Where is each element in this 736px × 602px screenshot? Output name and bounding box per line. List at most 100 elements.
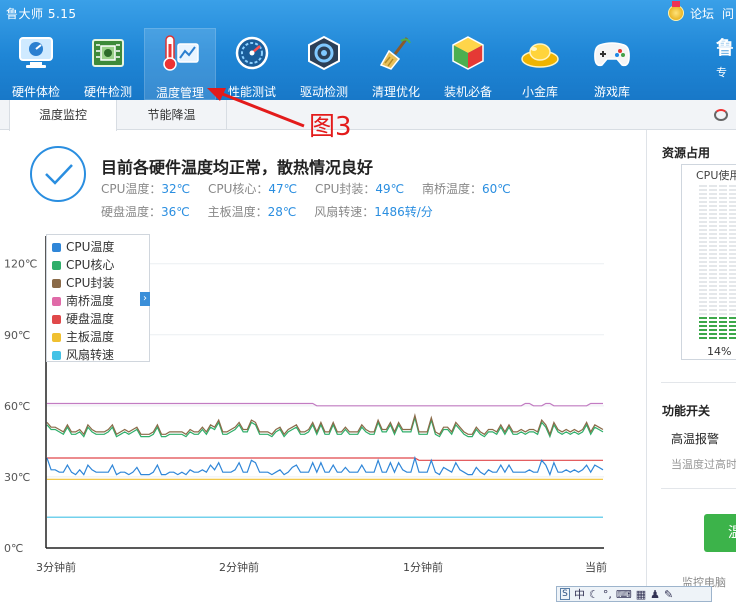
legend-item: CPU温度 xyxy=(52,238,149,256)
cpu-usage-percent: 14% xyxy=(707,345,732,358)
tool-label: 性能测试 xyxy=(227,85,276,99)
legend-swatch xyxy=(52,332,61,342)
functions-title: 功能开关 xyxy=(662,404,711,418)
high-temp-alarm-label: 高温报警 xyxy=(671,432,720,446)
circuit-board-icon xyxy=(88,34,128,71)
tool-label: 硬件检测 xyxy=(83,85,132,99)
annotation-label: 图3 xyxy=(309,112,352,142)
ime-toolbar[interactable]: S 中 ☾ °, ⌨ ▦ ♟ ✎ xyxy=(556,586,712,602)
legend-label: 风扇转速 xyxy=(66,348,115,362)
legend-label: 主板温度 xyxy=(66,330,115,344)
legend-item: 主板温度 xyxy=(52,328,149,346)
tab-temperature-monitor[interactable]: 温度监控 xyxy=(9,100,117,131)
skin-icon[interactable]: ▦ xyxy=(636,588,646,601)
tool-driver-detect[interactable]: 驱动检测 xyxy=(288,28,360,100)
metric-southbridge: 南桥温度：60℃ xyxy=(421,182,511,196)
legend-label: 硬盘温度 xyxy=(66,312,115,326)
legend-swatch xyxy=(52,278,61,288)
series-line-CPU封装 xyxy=(46,412,604,436)
right-panel: 资源占用 CPU使用 14% 功能开关 高温报警 当温度过高时 温 监控电脑 xyxy=(646,130,736,602)
weibo-icon[interactable] xyxy=(714,109,728,121)
legend-label: CPU封装 xyxy=(66,276,115,290)
ime-logo-icon: S xyxy=(560,588,570,600)
legend-swatch xyxy=(52,350,61,360)
tool-temperature-management[interactable]: 温度管理 xyxy=(144,28,216,100)
tool-hardware-detect[interactable]: 硬件检测 xyxy=(72,28,144,100)
chart-legend: CPU温度 CPU核心 CPU封装南桥温度硬盘温度主板温度风扇转速 xyxy=(46,234,150,362)
tool-vault[interactable]: 小金库 xyxy=(504,28,576,100)
medal-icon[interactable] xyxy=(667,1,684,21)
divider xyxy=(661,488,736,489)
keyboard-icon[interactable]: ⌨ xyxy=(616,588,632,601)
wrench-icon[interactable]: ✎ xyxy=(664,588,673,601)
tool-performance-test[interactable]: 性能测试 xyxy=(216,28,288,100)
punct-icon[interactable]: °, xyxy=(603,588,612,601)
cube-box-icon xyxy=(448,34,488,71)
tool-clean-optimize[interactable]: 清理优化 xyxy=(360,28,432,100)
metric-cpu-package: CPU封装：49℃ xyxy=(314,182,405,196)
legend-item: 南桥温度 xyxy=(52,292,149,310)
ime-mode[interactable]: 中 xyxy=(574,586,585,602)
speedometer-icon xyxy=(232,34,272,71)
legend-label: CPU温度 xyxy=(66,240,115,254)
x-tick-label: 3分钟前 xyxy=(36,560,76,574)
forum-link[interactable]: 论坛 xyxy=(690,5,714,22)
y-tick-label: 90℃ xyxy=(4,329,30,342)
top-right-links: 论坛 问 xyxy=(667,1,736,22)
profile-name: 鲁 xyxy=(716,38,734,59)
monitor-icon xyxy=(16,34,56,71)
broom-icon xyxy=(376,34,416,71)
legend-label: CPU核心 xyxy=(66,258,115,272)
series-line-CPU核心 xyxy=(46,415,604,439)
metric-cpu-core: CPU核心：47℃ xyxy=(207,182,298,196)
sub-tab-bar: 温度监控 节能降温 xyxy=(0,100,736,131)
user-icon[interactable]: ♟ xyxy=(650,588,660,601)
metric-disk-temp: 硬盘温度：36℃ xyxy=(101,205,190,219)
legend-item: CPU封装 xyxy=(52,274,149,292)
legend-swatch xyxy=(52,260,61,270)
metric-board-temp: 主板温度：28℃ xyxy=(207,205,297,219)
legend-item: 硬盘温度 xyxy=(52,310,149,328)
metric-cpu-temp: CPU温度：32℃ xyxy=(101,182,191,196)
status-title: 目前各硬件温度均正常，散热情况良好 xyxy=(101,158,374,177)
tool-label: 小金库 xyxy=(521,85,558,99)
tool-label: 温度管理 xyxy=(155,86,204,100)
gear-hexagon-icon xyxy=(304,34,344,71)
legend-item: CPU核心 xyxy=(52,256,149,274)
metrics-row-2: 硬盘温度：36℃ 主板温度：28℃ 风扇转速：1486转/分 xyxy=(101,203,447,220)
y-tick-label: 30℃ xyxy=(4,471,30,484)
tool-hardware-checkup[interactable]: 硬件体检 xyxy=(0,28,72,100)
app-title: 鲁大师 5.15 xyxy=(6,7,77,21)
resources-title: 资源占用 xyxy=(662,146,711,160)
x-tick-label: 1分钟前 xyxy=(403,560,443,574)
tool-game-library[interactable]: 游戏库 xyxy=(576,28,648,100)
x-tick-label: 当前 xyxy=(585,560,607,574)
legend-swatch xyxy=(52,296,61,306)
metrics-row-1: CPU温度：32℃ CPU核心：47℃ CPU封装：49℃ 南桥温度：60℃ xyxy=(101,180,525,197)
tool-install-essentials[interactable]: 装机必备 xyxy=(432,28,504,100)
tool-label: 硬件体检 xyxy=(11,85,60,99)
tab-energy-cooling[interactable]: 节能降温 xyxy=(117,100,227,130)
cpu-usage-label: CPU使用 xyxy=(696,167,736,183)
main-toolbar: 硬件体检 硬件检测 温度管理 性能测试 驱动检测 清理优化 装机必备 小金库 游… xyxy=(0,28,648,100)
y-tick-label: 120℃ xyxy=(4,258,37,271)
help-link[interactable]: 问 xyxy=(722,5,734,22)
legend-label: 南桥温度 xyxy=(66,294,115,308)
top-bar: 鲁大师 5.15 论坛 问 硬件体检 硬件检测 温度管理 性能测试 驱动检测 清… xyxy=(0,0,736,100)
divider xyxy=(661,382,736,383)
moon-icon[interactable]: ☾ xyxy=(589,588,599,601)
user-profile[interactable]: 鲁 专 xyxy=(716,34,736,84)
y-tick-label: 60℃ xyxy=(4,400,30,413)
high-temp-alarm-desc: 当温度过高时 xyxy=(671,458,736,471)
thermometer-icon xyxy=(160,34,200,72)
legend-toggle-chevron-icon[interactable]: › xyxy=(140,292,150,306)
tool-label: 驱动检测 xyxy=(299,85,348,99)
profile-sub: 专 xyxy=(716,66,727,79)
series-line-硬盘温度 xyxy=(47,457,603,461)
gamepad-icon xyxy=(592,34,632,71)
metric-fan-speed: 风扇转速：1486转/分 xyxy=(314,205,433,219)
gold-ingot-icon xyxy=(520,34,560,71)
temperature-action-button[interactable]: 温 xyxy=(704,514,736,552)
tool-label: 游戏库 xyxy=(593,85,630,99)
cpu-usage-bar xyxy=(699,185,736,339)
